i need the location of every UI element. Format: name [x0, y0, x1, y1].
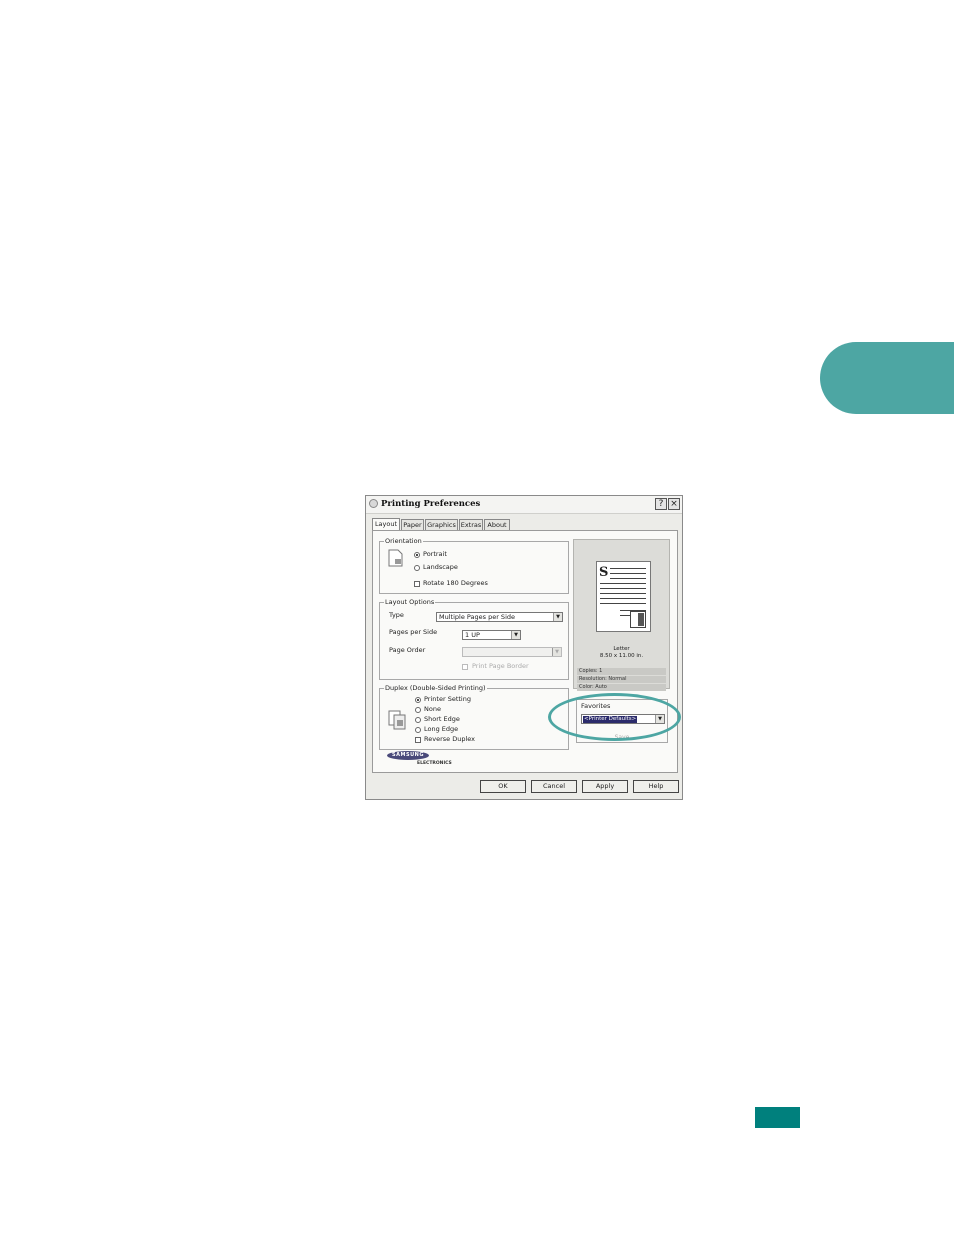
duplex-printer-setting-label: Printer Setting — [424, 695, 471, 703]
portrait-label: Portrait — [423, 550, 447, 558]
pages-per-side-value: 1 UP — [465, 631, 480, 639]
duplex-legend: Duplex (Double-Sided Printing) — [384, 684, 487, 693]
page-number-marker — [755, 1107, 800, 1128]
chevron-down-icon: ▼ — [552, 648, 561, 656]
duplex-short-edge-label: Short Edge — [424, 715, 460, 723]
tab-about[interactable]: About — [484, 519, 510, 530]
copies-info: Copies: 1 — [577, 668, 666, 675]
duplex-long-edge-label: Long Edge — [424, 725, 459, 733]
samsung-logo: SAMSUNG ELECTRONICS — [387, 751, 452, 767]
duplex-long-edge-radio[interactable] — [415, 727, 421, 733]
rotate-checkbox[interactable] — [414, 581, 420, 587]
page-order-label: Page Order — [389, 646, 426, 654]
portrait-radio[interactable] — [414, 552, 420, 558]
preview-thumbnail — [630, 611, 646, 628]
color-info: Color: Auto — [577, 684, 666, 691]
close-title-button[interactable]: × — [668, 498, 680, 510]
chapter-tab — [820, 342, 954, 414]
tab-extras[interactable]: Extras — [459, 519, 483, 530]
duplex-short-edge-radio[interactable] — [415, 717, 421, 723]
tab-graphics[interactable]: Graphics — [425, 519, 458, 530]
preview-page: S — [596, 561, 651, 632]
help-title-button[interactable]: ? — [655, 498, 667, 510]
reverse-duplex-label: Reverse Duplex — [424, 735, 475, 743]
duplex-printer-setting-radio[interactable] — [415, 697, 421, 703]
print-page-border-label: Print Page Border — [472, 662, 529, 670]
tab-paper[interactable]: Paper — [401, 519, 424, 530]
page-order-select[interactable]: ▼ — [462, 647, 562, 657]
duplex-group: Duplex (Double-Sided Printing) Printer S… — [379, 684, 569, 750]
print-preview-panel: S Letter 8.50 x 11.00 in. Copies: 1 Reso… — [573, 539, 670, 691]
layout-options-group: Layout Options Type Multiple Pages per S… — [379, 598, 569, 680]
orientation-legend: Orientation — [384, 537, 423, 546]
orientation-group: Orientation Portrait Landscape Rotate 18… — [379, 537, 569, 594]
printing-preferences-dialog: Printing Preferences ? × Layout Paper Gr… — [365, 495, 683, 800]
reverse-duplex-checkbox[interactable] — [415, 737, 421, 743]
type-select[interactable]: Multiple Pages per Side ▼ — [436, 612, 563, 622]
type-select-value: Multiple Pages per Side — [439, 613, 515, 621]
resolution-info: Resolution: Normal — [577, 676, 666, 683]
apply-button[interactable]: Apply — [582, 780, 628, 793]
pages-per-side-label: Pages per Side — [389, 628, 438, 636]
pages-per-side-select[interactable]: 1 UP ▼ — [462, 630, 521, 640]
duplex-none-label: None — [424, 705, 441, 713]
ok-button[interactable]: OK — [480, 780, 526, 793]
logo-brand: SAMSUNG — [387, 751, 429, 760]
chevron-down-icon: ▼ — [553, 613, 562, 621]
favorites-highlight-ellipse — [548, 693, 681, 741]
landscape-radio[interactable] — [414, 565, 420, 571]
paper-name: Letter — [613, 646, 630, 652]
type-label: Type — [389, 611, 404, 619]
paper-size: 8.50 x 11.00 in. — [599, 653, 644, 659]
print-page-border-checkbox[interactable] — [462, 664, 468, 670]
layout-options-legend: Layout Options — [384, 598, 436, 607]
help-button[interactable]: Help — [633, 780, 679, 793]
rotate-label: Rotate 180 Degrees — [423, 579, 488, 587]
logo-sub: ELECTRONICS — [417, 761, 452, 766]
preview-letter: S — [599, 565, 609, 580]
printer-icon — [369, 499, 378, 508]
dialog-title: Printing Preferences — [381, 499, 481, 509]
duplex-pages-icon — [388, 710, 406, 730]
portrait-page-icon — [388, 549, 403, 567]
duplex-none-radio[interactable] — [415, 707, 421, 713]
title-bar: Printing Preferences ? × — [366, 496, 682, 514]
landscape-label: Landscape — [423, 563, 458, 571]
chevron-down-icon: ▼ — [511, 631, 520, 639]
cancel-button[interactable]: Cancel — [531, 780, 577, 793]
